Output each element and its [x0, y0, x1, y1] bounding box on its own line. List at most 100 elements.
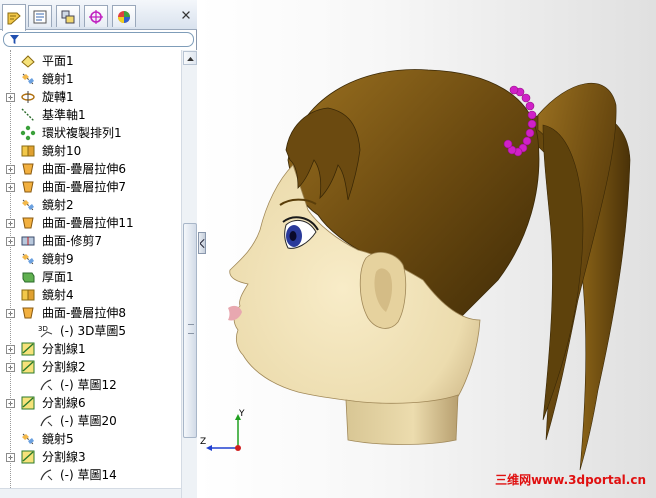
plane-icon — [21, 55, 35, 68]
tree-horizontal-scrollbar[interactable] — [0, 488, 181, 498]
tree-item-label: 鏡射5 — [42, 432, 74, 446]
scroll-grip — [188, 324, 194, 334]
tree-item[interactable]: + 分割線1 — [0, 340, 181, 358]
axis-icon — [21, 108, 35, 122]
tree-item-label: 旋轉1 — [42, 90, 74, 104]
chevron-left-icon — [199, 238, 205, 248]
mirror-icon — [22, 73, 34, 85]
tree-child-item[interactable]: 3D (-) 3D草圖5 — [0, 322, 181, 340]
split-line-icon — [21, 360, 35, 374]
tree-item[interactable]: 鏡射9 — [0, 250, 181, 268]
mirror-icon — [22, 199, 34, 211]
tree-vertical-scrollbar[interactable] — [181, 50, 197, 498]
tree-item[interactable]: + 分割線2 — [0, 358, 181, 376]
loft-surface-icon — [22, 181, 34, 193]
appearance-ball-icon — [118, 10, 130, 23]
filter-funnel-icon — [10, 35, 19, 44]
sketch-icon — [40, 379, 53, 391]
configuration-manager-tab[interactable] — [56, 5, 80, 27]
circular-pattern-icon — [20, 125, 36, 141]
panel-collapse-handle[interactable] — [198, 232, 206, 254]
tree-item[interactable]: 鏡射10 — [0, 142, 181, 160]
tree-item[interactable]: + 曲面-修剪7 — [0, 232, 181, 250]
tree-item-label: 鏡射1 — [42, 72, 74, 86]
tree-item-label: (-) 草圖12 — [60, 378, 117, 392]
reference-triad: Y Z — [200, 409, 245, 451]
tree-item[interactable]: 鏡射4 — [0, 286, 181, 304]
tree-item-label: 鏡射10 — [42, 144, 82, 158]
loft-surface-icon — [22, 307, 34, 319]
tree-item-label: 曲面-修剪7 — [42, 234, 102, 248]
tree-item-label: (-) 3D草圖5 — [60, 324, 127, 338]
tree-child-item[interactable]: (-) 草圖14 — [0, 466, 181, 484]
tree-item[interactable]: + 旋轉1 — [0, 88, 181, 106]
tree-item-label: 曲面-疊層拉伸8 — [42, 306, 126, 320]
dimxpert-icon — [89, 9, 103, 24]
tree-item[interactable]: 環狀複製排列1 — [0, 124, 181, 142]
tree-item[interactable]: 厚面1 — [0, 268, 181, 286]
tree-filter-input[interactable] — [3, 32, 194, 47]
tree-item-label: 分割線6 — [42, 396, 86, 410]
mirror-icon — [22, 433, 34, 445]
tree-item[interactable]: + 分割線6 — [0, 394, 181, 412]
arrow-up-icon — [186, 56, 194, 61]
tree-item-label: 分割線3 — [42, 450, 86, 464]
tree-item-label: (-) 草圖14 — [60, 468, 117, 482]
triad-z-arrow — [206, 445, 212, 451]
tree-item[interactable]: + 曲面-疊層拉伸7 — [0, 178, 181, 196]
tree-item-label: 曲面-疊層拉伸6 — [42, 162, 126, 176]
triad-z-label: Z — [200, 437, 206, 447]
tree-child-item[interactable]: (-) 草圖20 — [0, 412, 181, 430]
tree-item[interactable]: 平面1 — [0, 52, 181, 70]
sketch-icon — [40, 415, 53, 427]
sketch-icon — [40, 469, 53, 481]
tree-item[interactable]: 鏡射5 — [0, 430, 181, 448]
tree-item-label: 基準軸1 — [42, 108, 86, 122]
feature-tree: 平面1 鏡射1 + 旋轉1 基準軸1 環狀複製排列1 鏡射10 + 曲面-疊層拉伸6 + 曲面-疊層… — [0, 50, 181, 490]
dimxpert-manager-tab[interactable] — [84, 5, 108, 27]
split-line-icon — [21, 450, 35, 464]
scroll-up-button[interactable] — [183, 51, 197, 65]
svg-text:3D: 3D — [38, 325, 48, 333]
watermark: 三维网www.3dportal.cn — [495, 473, 646, 487]
tree-item[interactable]: 基準軸1 — [0, 106, 181, 124]
tree-item-label: 分割線2 — [42, 360, 86, 374]
close-panel-button[interactable] — [179, 8, 193, 22]
tree-child-item[interactable]: (-) 草圖12 — [0, 376, 181, 394]
thicken-icon — [22, 272, 35, 283]
mirror-icon — [22, 253, 34, 265]
tree-item-label: 平面1 — [42, 54, 74, 68]
tree-item[interactable]: + 分割線3 — [0, 448, 181, 466]
configuration-manager-icon — [61, 10, 75, 23]
close-icon — [182, 11, 190, 19]
triad-origin — [235, 445, 241, 451]
tree-item-label: 鏡射2 — [42, 198, 74, 212]
tree-item[interactable]: + 曲面-疊層拉伸6 — [0, 160, 181, 178]
tree-item[interactable]: + 曲面-疊層拉伸11 — [0, 214, 181, 232]
trim-surface-icon — [21, 236, 35, 246]
property-manager-icon — [33, 10, 47, 23]
tree-item-label: 環狀複製排列1 — [42, 126, 122, 140]
revolve-icon — [21, 91, 35, 103]
graphics-viewport[interactable]: Y Z 三维网www.3dportal.cn — [198, 0, 656, 498]
feature-manager-panel: 平面1 鏡射1 + 旋轉1 基準軸1 環狀複製排列1 鏡射10 + 曲面-疊層拉伸6 + 曲面-疊層… — [0, 0, 197, 498]
split-line-icon — [21, 342, 35, 356]
tree-item-label: 曲面-疊層拉伸7 — [42, 180, 126, 194]
tree-item-label: 厚面1 — [42, 270, 74, 284]
pupil — [289, 231, 297, 241]
tree-guide-line — [10, 50, 11, 490]
scroll-thumb[interactable] — [183, 223, 197, 438]
head-model — [228, 69, 631, 471]
panel-tab-bar — [0, 0, 197, 31]
tree-item[interactable]: + 曲面-疊層拉伸8 — [0, 304, 181, 322]
triad-y-label: Y — [238, 409, 245, 419]
tree-item[interactable]: 鏡射1 — [0, 70, 181, 88]
appearance-manager-tab[interactable] — [112, 5, 136, 27]
tree-item-label: 曲面-疊層拉伸11 — [42, 216, 134, 230]
feature-manager-tab[interactable] — [2, 4, 26, 31]
tree-item[interactable]: 鏡射2 — [0, 196, 181, 214]
property-manager-tab[interactable] — [28, 5, 52, 27]
loft-surface-icon — [22, 163, 34, 175]
mirror-body-icon — [21, 145, 35, 157]
3d-sketch-icon: 3D — [38, 325, 53, 338]
